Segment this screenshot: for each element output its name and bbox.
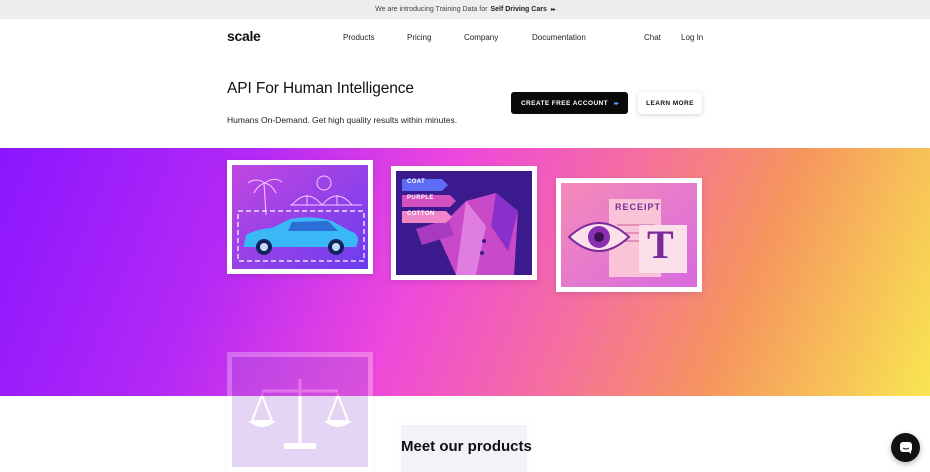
nav-company[interactable]: Company bbox=[464, 33, 498, 42]
card-self-driving bbox=[227, 160, 373, 274]
receipt-label: RECEIPT bbox=[615, 202, 662, 212]
top-nav: scale Products Pricing Company Documenta… bbox=[0, 19, 930, 57]
hero-title: API For Human Intelligence bbox=[227, 80, 414, 97]
section-title: Meet our products bbox=[401, 438, 532, 455]
nav-pricing[interactable]: Pricing bbox=[407, 33, 431, 42]
tag-cotton: COTTON bbox=[407, 211, 435, 217]
learn-more-button[interactable]: LEARN MORE bbox=[638, 92, 702, 114]
nav-chat[interactable]: Chat bbox=[644, 33, 661, 42]
tag-purple: PURPLE bbox=[407, 195, 434, 201]
card-receipt: RECEIPT T bbox=[556, 178, 702, 292]
card-apparel: COAT PURPLE COTTON bbox=[391, 166, 537, 280]
arrow-icon: ▸▸ bbox=[550, 7, 556, 13]
chat-icon bbox=[899, 441, 912, 454]
nav-products[interactable]: Products bbox=[343, 33, 375, 42]
nav-documentation[interactable]: Documentation bbox=[532, 33, 586, 42]
car-illustration bbox=[232, 165, 368, 269]
chat-launcher-button[interactable] bbox=[891, 433, 920, 462]
announcement-bar[interactable]: We are introducing Training Data for Sel… bbox=[0, 0, 930, 19]
receipt-illustration bbox=[561, 183, 697, 287]
scale-icon bbox=[248, 379, 352, 449]
announcement-highlight[interactable]: Self Driving Cars bbox=[490, 6, 546, 13]
tag-coat: COAT bbox=[407, 179, 426, 185]
announcement-text: We are introducing Training Data for bbox=[375, 6, 488, 13]
card-scale bbox=[227, 352, 373, 472]
arrow-icon: ▸▸ bbox=[614, 100, 619, 107]
hero-subtitle: Humans On-Demand. Get high quality resul… bbox=[227, 115, 458, 125]
logo[interactable]: scale bbox=[227, 28, 261, 44]
create-account-button[interactable]: CREATE FREE ACCOUNT ▸▸ bbox=[511, 92, 628, 114]
nav-login[interactable]: Log In bbox=[681, 33, 703, 42]
create-account-label: CREATE FREE ACCOUNT bbox=[520, 99, 608, 107]
t-letter: T bbox=[647, 222, 674, 267]
